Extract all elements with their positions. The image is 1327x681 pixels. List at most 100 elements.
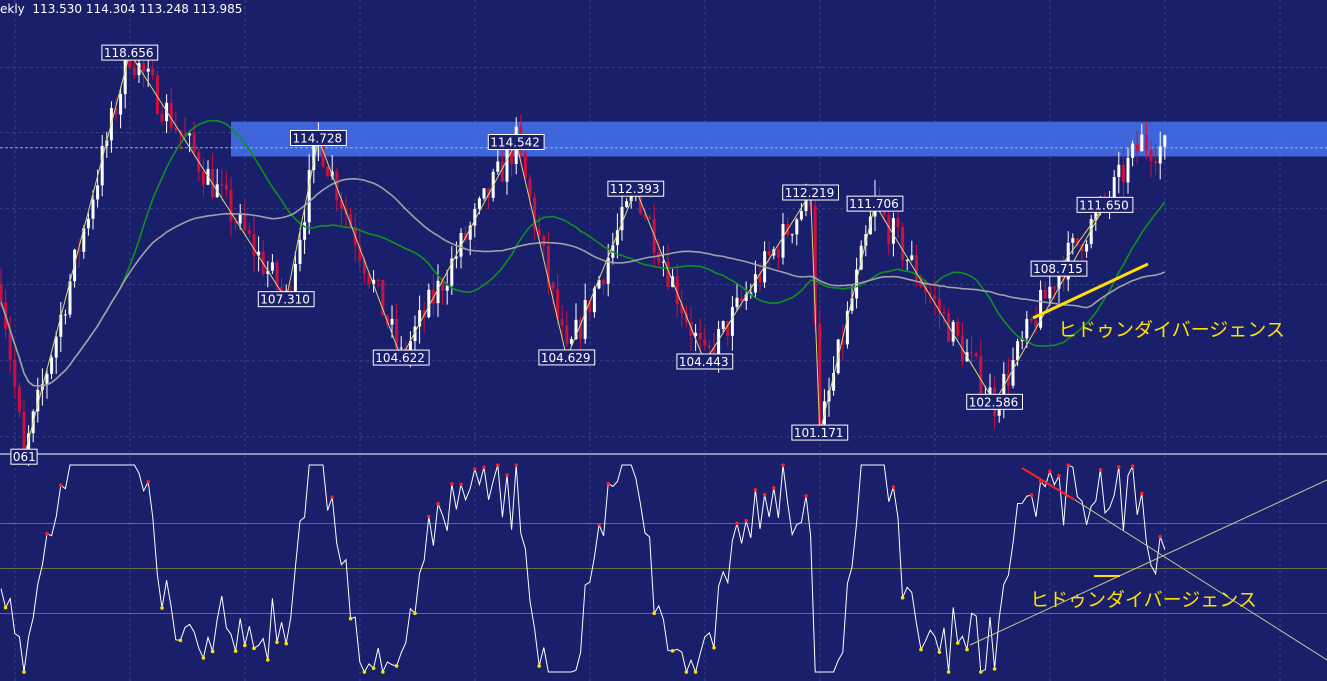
candle-body <box>0 284 3 303</box>
osc-peak-dot <box>772 486 776 490</box>
osc-trough-dot <box>362 670 367 674</box>
osc-trough-dot <box>937 650 942 654</box>
candle-body <box>560 318 564 326</box>
chart-window: ekly 113.530 114.304 113.248 113.985 118… <box>0 0 1327 681</box>
osc-peak-dot <box>1066 463 1070 467</box>
osc-trough-dot <box>979 670 983 674</box>
candle-body <box>229 189 233 222</box>
candle-body <box>740 297 744 302</box>
osc-peak-dot <box>1057 473 1061 478</box>
candle-body <box>1043 289 1047 299</box>
candle-body <box>63 314 67 316</box>
candle-body <box>1121 164 1125 183</box>
osc-peak-dot <box>505 473 509 477</box>
osc-peak-dot <box>735 521 739 526</box>
osc-peak-dot <box>496 463 500 467</box>
candle-body <box>243 213 247 231</box>
candle-body <box>22 411 26 450</box>
osc-trough-dot <box>965 647 969 652</box>
candle-body <box>376 279 380 281</box>
candle-body <box>707 345 711 348</box>
price-label: 101.171 <box>794 426 844 440</box>
candle-body <box>979 356 983 396</box>
candle-body <box>151 68 155 76</box>
candle-body <box>13 359 17 387</box>
candle-body <box>730 307 734 336</box>
osc-peak-dot <box>146 480 150 484</box>
osc-trough-dot <box>160 606 164 610</box>
osc-trough-dot <box>394 664 399 668</box>
osc-divergence-annotation: ヒドゥンダイバージェンス <box>1030 589 1257 611</box>
candle-body <box>799 211 803 220</box>
candle-body <box>1117 164 1121 178</box>
osc-peak-dot <box>330 495 335 499</box>
candle-body <box>142 63 146 72</box>
candle-body <box>901 227 905 261</box>
candle-body <box>482 188 486 199</box>
candle-body <box>146 68 150 72</box>
candle-body <box>270 262 274 271</box>
candle-body <box>910 255 914 260</box>
candle-body <box>326 166 330 177</box>
osc-peak-dot <box>473 467 477 471</box>
candle-body <box>523 152 527 179</box>
candle-body <box>477 198 481 209</box>
osc-peak-dot <box>804 494 808 498</box>
candle-body <box>1011 360 1015 386</box>
osc-trough-dot <box>413 611 417 616</box>
candle-body <box>956 321 960 336</box>
candle-body <box>528 178 532 198</box>
osc-trough-dot <box>381 670 385 674</box>
candle-body <box>445 285 449 291</box>
candle-body <box>96 185 100 200</box>
osc-trough-dot <box>946 670 951 674</box>
candle-body <box>1052 286 1056 289</box>
osc-trough-dot <box>712 645 716 650</box>
candle-body <box>238 213 242 224</box>
candle-body <box>293 263 297 294</box>
candle-body <box>891 218 895 244</box>
osc-peak-dot <box>59 483 63 487</box>
candle-body <box>974 352 978 357</box>
price-label: 111.706 <box>849 197 899 211</box>
osc-peak-dot <box>1098 467 1103 472</box>
price-label: 112.393 <box>610 182 660 196</box>
price-label: 061 <box>13 450 36 464</box>
candle-body <box>1135 143 1139 152</box>
osc-peak-dot <box>482 465 486 470</box>
candle-body <box>50 357 54 374</box>
ma-green-line <box>0 119 1166 387</box>
osc-trough-dot <box>284 641 289 646</box>
osc-trough-dot <box>652 611 656 616</box>
price-label: 111.650 <box>1079 198 1129 212</box>
candle-body <box>565 325 569 344</box>
osc-trough-dot <box>693 670 698 674</box>
candle-body <box>648 217 652 219</box>
candle-body <box>224 184 228 190</box>
candle-body <box>1140 134 1144 152</box>
osc-trough-dot <box>266 658 270 662</box>
osc-peak-dot <box>1117 465 1121 469</box>
osc-trough-dot <box>684 670 689 674</box>
osc-trough-dot <box>537 664 541 668</box>
osc-peak-dot <box>744 518 748 523</box>
candle-body <box>91 199 95 219</box>
candle-body <box>542 235 546 246</box>
candle-body <box>703 339 707 346</box>
candle-body <box>247 230 251 234</box>
osc-trough-dot <box>233 649 238 653</box>
candle-body <box>86 218 90 229</box>
candle-body <box>1048 286 1052 299</box>
candle-body <box>252 233 256 256</box>
candle-body <box>942 312 946 314</box>
candle-body <box>45 373 49 385</box>
candle-body <box>657 252 661 263</box>
candle-body <box>781 224 785 258</box>
price-chart[interactable]: 118.656 114.728 107.310 114.542 104.622 112.3… <box>0 0 1327 681</box>
candle-body <box>1016 341 1020 361</box>
osc-trough-dot <box>992 667 997 671</box>
osc-peak-dot <box>45 531 49 536</box>
osc-peak-dot <box>1048 469 1052 474</box>
candle-body <box>666 261 670 287</box>
candle-body <box>1154 160 1158 164</box>
